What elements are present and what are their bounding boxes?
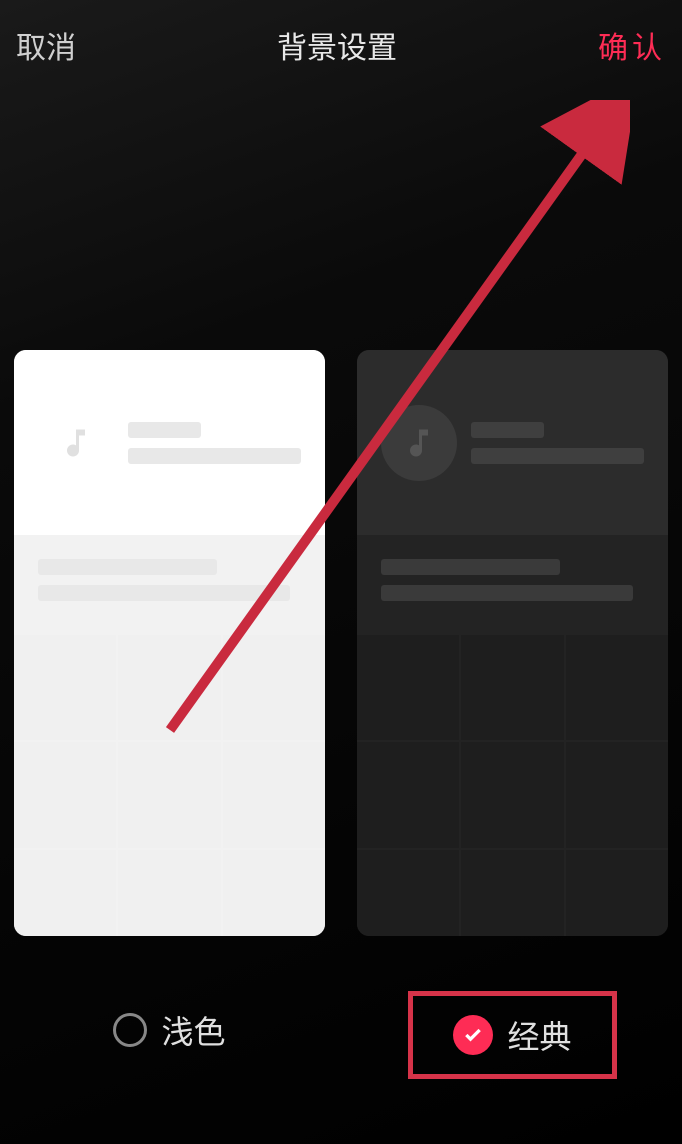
theme-option-light[interactable]: 浅色 [14, 350, 325, 1079]
preview-grid [14, 635, 325, 936]
header: 取消 背景设置 确认 [0, 0, 682, 90]
theme-option-dark[interactable]: 经典 [357, 350, 668, 1079]
music-note-icon [381, 405, 457, 481]
preview-content [14, 535, 325, 635]
theme-preview-dark [357, 350, 668, 936]
preview-content [357, 535, 668, 635]
preview-grid [357, 635, 668, 936]
music-note-icon [38, 405, 114, 481]
theme-dark-label: 经典 [507, 1012, 571, 1058]
radio-checked-icon [453, 1015, 493, 1055]
theme-light-selector[interactable]: 浅色 [73, 991, 265, 1069]
theme-preview-light [14, 350, 325, 936]
preview-lines [471, 422, 644, 464]
preview-header [14, 350, 325, 535]
preview-header [357, 350, 668, 535]
cancel-button[interactable]: 取消 [16, 23, 76, 67]
theme-light-label: 浅色 [161, 1007, 225, 1053]
preview-lines [128, 422, 301, 464]
page-title: 背景设置 [277, 23, 397, 67]
radio-unchecked-icon [113, 1013, 147, 1047]
themes-container: 浅色 [0, 350, 682, 1079]
theme-dark-selector[interactable]: 经典 [408, 991, 616, 1079]
confirm-button[interactable]: 确认 [598, 23, 666, 67]
